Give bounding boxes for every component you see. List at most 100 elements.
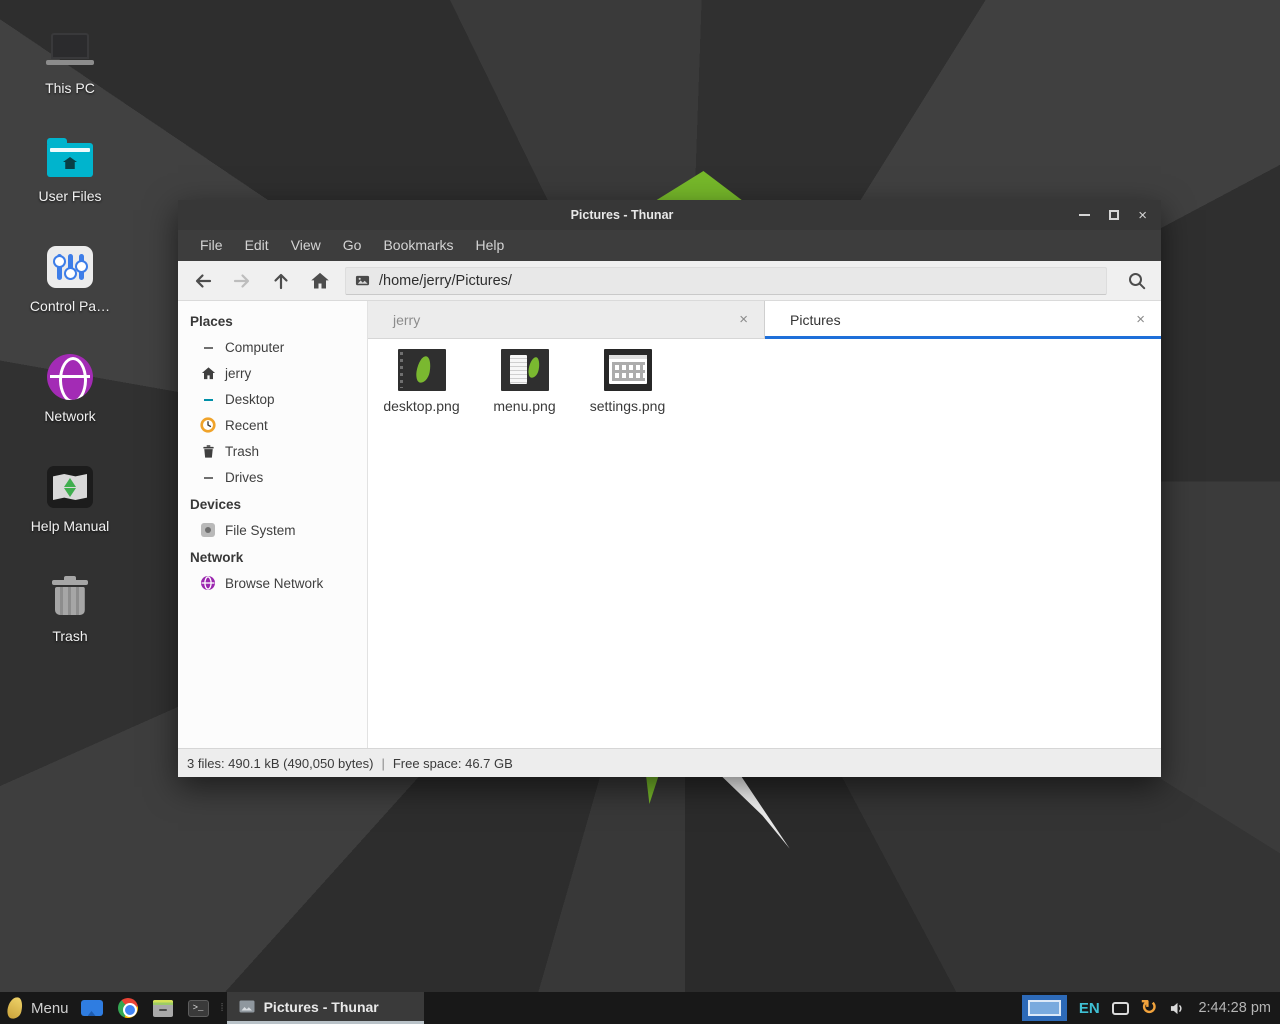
desktop-icon-trash[interactable]: Trash bbox=[10, 572, 130, 644]
tab-pictures[interactable]: Pictures × bbox=[765, 301, 1161, 339]
volume-icon[interactable] bbox=[1169, 1001, 1186, 1016]
tab-close-icon[interactable]: × bbox=[1136, 313, 1145, 327]
desktop-icon-control-panel[interactable]: Control Pa… bbox=[10, 242, 130, 314]
home-icon bbox=[310, 271, 330, 291]
taskbar: Menu >_ ⁞ Pictures - Thunar EN ↻ 2:44:28… bbox=[0, 992, 1280, 1024]
recent-clock-icon bbox=[200, 417, 216, 433]
desktop-icon-label: Control Pa… bbox=[30, 298, 110, 314]
desktop-icon-this-pc[interactable]: This PC bbox=[10, 24, 130, 96]
search-icon bbox=[1127, 271, 1147, 291]
distro-logo-icon bbox=[6, 996, 25, 1021]
forward-arrow-icon bbox=[232, 271, 252, 291]
keyboard-layout-indicator[interactable]: EN bbox=[1079, 1000, 1100, 1017]
desktop-icon bbox=[200, 391, 216, 407]
image-file-icon bbox=[355, 273, 370, 288]
archive-launcher-icon[interactable] bbox=[153, 1000, 173, 1017]
up-button[interactable] bbox=[261, 265, 300, 297]
sliders-icon bbox=[47, 246, 93, 288]
search-button[interactable] bbox=[1117, 265, 1156, 297]
sidebar-header-network: Network bbox=[178, 543, 367, 570]
file-view: desktop.png menu.png settings.png bbox=[368, 339, 1161, 748]
clock[interactable]: 2:44:28 pm bbox=[1198, 1000, 1271, 1016]
chrome-launcher-icon[interactable] bbox=[118, 998, 138, 1018]
back-arrow-icon bbox=[193, 271, 213, 291]
computer-icon bbox=[200, 339, 216, 355]
globe-icon bbox=[47, 354, 93, 400]
image-thumbnail bbox=[501, 349, 549, 391]
home-folder-icon bbox=[47, 143, 93, 177]
sidebar-item-computer[interactable]: Computer bbox=[178, 334, 367, 360]
file-name: menu.png bbox=[493, 398, 555, 414]
menu-bookmarks[interactable]: Bookmarks bbox=[372, 230, 464, 261]
menu-go[interactable]: Go bbox=[332, 230, 373, 261]
maximize-button[interactable] bbox=[1109, 210, 1119, 220]
desktop-icon-label: Network bbox=[44, 408, 95, 424]
back-button[interactable] bbox=[183, 265, 222, 297]
display-tray-icon[interactable] bbox=[1112, 1002, 1129, 1015]
titlebar[interactable]: Pictures - Thunar × bbox=[178, 200, 1161, 230]
workspace-switcher[interactable] bbox=[1022, 995, 1067, 1021]
file-desktop-png[interactable]: desktop.png bbox=[370, 349, 473, 414]
thunar-window: Pictures - Thunar × File Edit View Go Bo… bbox=[178, 200, 1161, 777]
file-menu-png[interactable]: menu.png bbox=[473, 349, 576, 414]
drive-icon bbox=[200, 522, 216, 538]
tab-label: jerry bbox=[393, 312, 420, 328]
laptop-icon bbox=[46, 33, 94, 65]
minimize-button[interactable] bbox=[1079, 214, 1090, 216]
desktop-icon-label: User Files bbox=[38, 188, 101, 204]
tab-label: Pictures bbox=[790, 312, 841, 328]
network-globe-icon bbox=[200, 575, 216, 591]
task-button-thunar[interactable]: Pictures - Thunar bbox=[227, 992, 424, 1024]
path-bar[interactable]: /home/jerry/Pictures/ bbox=[345, 267, 1107, 295]
system-tray: EN ↻ 2:44:28 pm bbox=[1022, 992, 1280, 1024]
sidebar: Places Computer jerry Desktop Recent Tra… bbox=[178, 301, 368, 748]
desktop-icon-label: This PC bbox=[45, 80, 95, 96]
menu-button-label: Menu bbox=[31, 1000, 69, 1017]
desktop-icon-network[interactable]: Network bbox=[10, 352, 130, 424]
sidebar-item-file-system[interactable]: File System bbox=[178, 517, 367, 543]
desktop-icon-label: Help Manual bbox=[31, 518, 110, 534]
statusbar-separator: | bbox=[381, 756, 384, 771]
menu-edit[interactable]: Edit bbox=[234, 230, 280, 261]
tab-jerry[interactable]: jerry × bbox=[368, 301, 765, 339]
desktop-icon-label: Trash bbox=[52, 628, 87, 644]
files-summary: 3 files: 490.1 kB (490,050 bytes) bbox=[187, 756, 373, 771]
forward-button[interactable] bbox=[222, 265, 261, 297]
panel-handle[interactable]: ⁞ bbox=[217, 1003, 227, 1013]
file-name: desktop.png bbox=[383, 398, 459, 414]
sidebar-item-jerry[interactable]: jerry bbox=[178, 360, 367, 386]
window-title: Pictures - Thunar bbox=[178, 200, 1066, 230]
trash-icon bbox=[200, 443, 216, 459]
image-thumbnail bbox=[398, 349, 446, 391]
up-arrow-icon bbox=[271, 271, 291, 291]
applications-menu-button[interactable]: Menu bbox=[0, 992, 79, 1024]
sidebar-item-desktop[interactable]: Desktop bbox=[178, 386, 367, 412]
trash-icon bbox=[52, 580, 88, 615]
tabbar: jerry × Pictures × bbox=[368, 301, 1161, 339]
file-name: settings.png bbox=[590, 398, 666, 414]
menu-file[interactable]: File bbox=[189, 230, 234, 261]
image-thumbnail bbox=[604, 349, 652, 391]
sidebar-header-devices: Devices bbox=[178, 490, 367, 517]
menu-help[interactable]: Help bbox=[465, 230, 516, 261]
image-window-icon bbox=[239, 1000, 255, 1013]
sidebar-item-trash[interactable]: Trash bbox=[178, 438, 367, 464]
menu-view[interactable]: View bbox=[280, 230, 332, 261]
statusbar: 3 files: 490.1 kB (490,050 bytes) | Free… bbox=[178, 748, 1161, 777]
sidebar-item-browse-network[interactable]: Browse Network bbox=[178, 570, 367, 596]
tab-close-icon[interactable]: × bbox=[739, 313, 748, 327]
close-button[interactable]: × bbox=[1138, 208, 1147, 223]
desktop-icon-help-manual[interactable]: Help Manual bbox=[10, 462, 130, 534]
update-notifier-icon[interactable]: ↻ bbox=[1141, 998, 1158, 1018]
file-manager-launcher-icon[interactable] bbox=[81, 1000, 103, 1016]
sidebar-header-places: Places bbox=[178, 307, 367, 334]
sidebar-item-recent[interactable]: Recent bbox=[178, 412, 367, 438]
file-settings-png[interactable]: settings.png bbox=[576, 349, 679, 414]
desktop-icon-user-files[interactable]: User Files bbox=[10, 132, 130, 204]
home-icon bbox=[200, 365, 216, 381]
home-button[interactable] bbox=[300, 265, 339, 297]
terminal-launcher-icon[interactable]: >_ bbox=[188, 1000, 209, 1017]
sidebar-item-drives[interactable]: Drives bbox=[178, 464, 367, 490]
workspace-1 bbox=[1028, 1000, 1061, 1016]
toolbar: /home/jerry/Pictures/ bbox=[178, 261, 1161, 301]
